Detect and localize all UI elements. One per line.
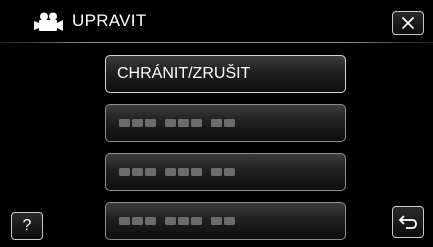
close-icon <box>401 16 415 30</box>
protect-cancel-button[interactable]: CHRÁNIT/ZRUŠIT <box>105 55 346 93</box>
disabled-label-placeholder <box>119 217 235 225</box>
page-title: UPRAVIT <box>72 11 147 30</box>
close-button[interactable] <box>392 11 424 35</box>
video-camera-icon <box>34 12 63 31</box>
header-divider <box>0 42 433 43</box>
disabled-label-placeholder <box>119 119 235 127</box>
help-button[interactable]: ? <box>11 212 43 240</box>
disabled-label-placeholder <box>119 168 235 176</box>
disabled-menu-item[interactable] <box>105 153 346 191</box>
disabled-menu-item[interactable] <box>105 104 346 142</box>
protect-cancel-label: CHRÁNIT/ZRUŠIT <box>117 65 251 82</box>
back-button[interactable] <box>392 206 424 238</box>
edit-menu-screen: UPRAVIT CHRÁNIT/ZRUŠIT ? <box>0 0 433 247</box>
return-arrow-icon <box>398 215 417 229</box>
header: UPRAVIT <box>0 0 433 42</box>
disabled-menu-item[interactable] <box>105 202 346 240</box>
